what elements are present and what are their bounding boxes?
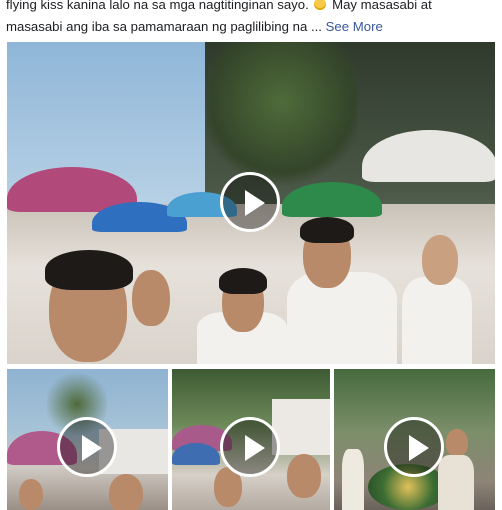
caption-text-line2: masasabi ang iba sa pamamaraan ng paglil… bbox=[6, 19, 322, 34]
play-icon[interactable] bbox=[384, 417, 444, 477]
video-thumbnail-3[interactable] bbox=[334, 369, 495, 510]
see-more-link[interactable]: See More bbox=[326, 19, 383, 34]
caption-text-line1: flying kiss kanina lalo na sa mga nagtit… bbox=[6, 0, 309, 12]
caption-text-line1b: May masasabi at bbox=[332, 0, 432, 12]
play-icon[interactable] bbox=[220, 417, 280, 477]
play-icon[interactable] bbox=[220, 172, 280, 232]
video-thumbnail-1[interactable] bbox=[7, 369, 168, 510]
grinning-face-emoji-icon bbox=[314, 0, 327, 10]
video-thumbnail-2[interactable] bbox=[172, 369, 330, 510]
main-video[interactable] bbox=[7, 42, 495, 364]
play-icon[interactable] bbox=[57, 417, 117, 477]
post-caption: flying kiss kanina lalo na sa mga nagtit… bbox=[6, 0, 498, 38]
